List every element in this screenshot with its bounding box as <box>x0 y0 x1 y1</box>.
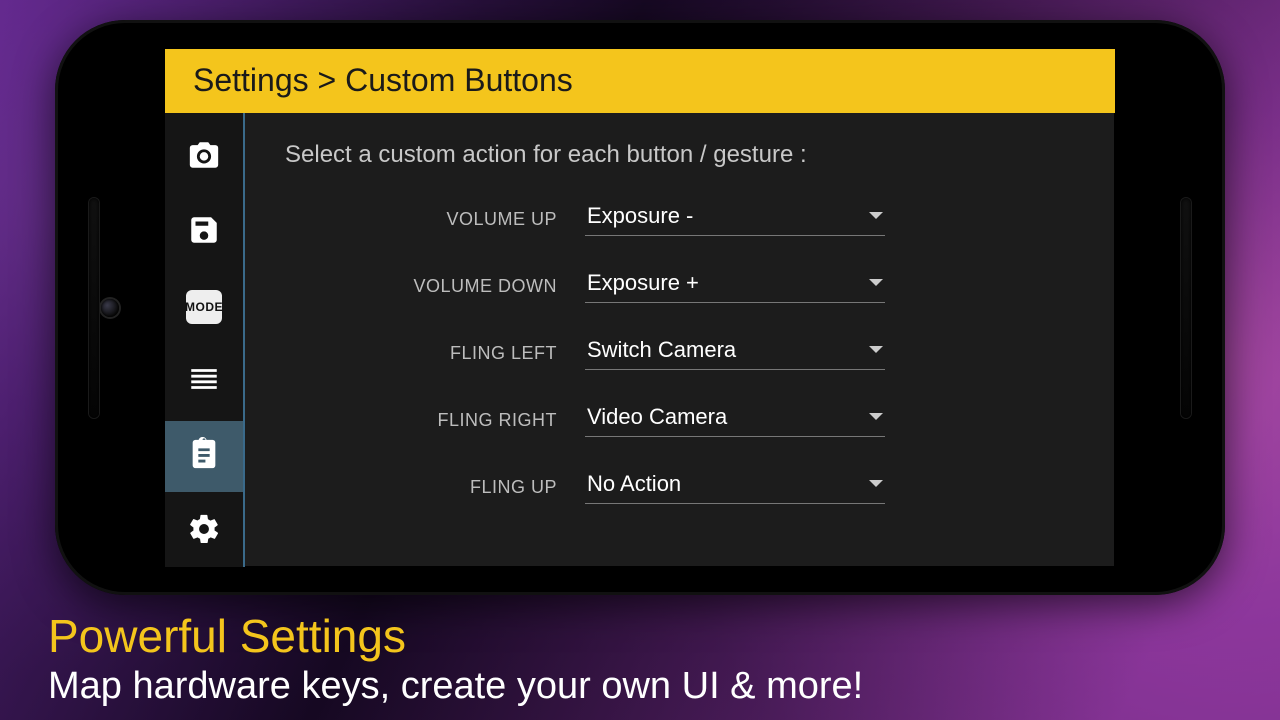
list-icon <box>187 362 221 401</box>
promo-caption: Powerful Settings Map hardware keys, cre… <box>48 609 863 708</box>
device-screen: Settings > Custom Buttons MODE <box>165 49 1115 567</box>
speaker-grille-left <box>89 198 99 418</box>
dropdown-value: Video Camera <box>587 404 727 430</box>
screen-body: MODE Sele <box>165 113 1115 567</box>
front-camera-dot <box>101 299 119 317</box>
setting-label: VOLUME DOWN <box>285 276 585 303</box>
sidebar: MODE <box>165 113 245 567</box>
setting-row-fling-up: FLING UP No Action <box>285 467 1075 504</box>
titlebar: Settings > Custom Buttons <box>165 49 1115 113</box>
dropdown-fling-right[interactable]: Video Camera <box>585 400 885 437</box>
sidebar-item-camera[interactable] <box>165 123 243 194</box>
dropdown-fling-left[interactable]: Switch Camera <box>585 333 885 370</box>
chevron-down-icon <box>869 413 883 420</box>
sidebar-item-list[interactable] <box>165 347 243 418</box>
dropdown-value: Exposure - <box>587 203 693 229</box>
breadcrumb: Settings > Custom Buttons <box>193 62 573 99</box>
clipboard-icon <box>187 437 221 476</box>
setting-row-fling-right: FLING RIGHT Video Camera <box>285 400 1075 437</box>
camera-icon <box>187 138 221 177</box>
chevron-down-icon <box>869 212 883 219</box>
dropdown-value: No Action <box>587 471 681 497</box>
mode-icon: MODE <box>186 290 222 324</box>
setting-label: VOLUME UP <box>285 209 585 236</box>
setting-row-volume-up: VOLUME UP Exposure - <box>285 199 1075 236</box>
setting-label: FLING RIGHT <box>285 410 585 437</box>
chevron-down-icon <box>869 346 883 353</box>
sidebar-item-mode[interactable]: MODE <box>165 272 243 343</box>
sidebar-item-save[interactable] <box>165 197 243 268</box>
sidebar-item-clipboard[interactable] <box>165 421 243 492</box>
speaker-grille-right <box>1181 198 1191 418</box>
content-pane: Select a custom action for each button /… <box>245 113 1115 567</box>
setting-row-fling-left: FLING LEFT Switch Camera <box>285 333 1075 370</box>
dropdown-value: Switch Camera <box>587 337 736 363</box>
dropdown-fling-up[interactable]: No Action <box>585 467 885 504</box>
chevron-down-icon <box>869 279 883 286</box>
setting-label: FLING UP <box>285 477 585 504</box>
dropdown-volume-up[interactable]: Exposure - <box>585 199 885 236</box>
dropdown-value: Exposure + <box>587 270 699 296</box>
phone-mockup: Settings > Custom Buttons MODE <box>55 20 1225 595</box>
caption-subtitle: Map hardware keys, create your own UI & … <box>48 665 863 708</box>
instruction-text: Select a custom action for each button /… <box>285 141 1075 169</box>
gear-icon <box>187 512 221 551</box>
setting-label: FLING LEFT <box>285 343 585 370</box>
bezel-left <box>55 20 165 595</box>
caption-title: Powerful Settings <box>48 609 863 663</box>
bezel-right <box>1115 20 1225 595</box>
dropdown-volume-down[interactable]: Exposure + <box>585 266 885 303</box>
save-icon <box>187 213 221 252</box>
chevron-down-icon <box>869 480 883 487</box>
sidebar-item-settings[interactable] <box>165 496 243 567</box>
setting-row-volume-down: VOLUME DOWN Exposure + <box>285 266 1075 303</box>
